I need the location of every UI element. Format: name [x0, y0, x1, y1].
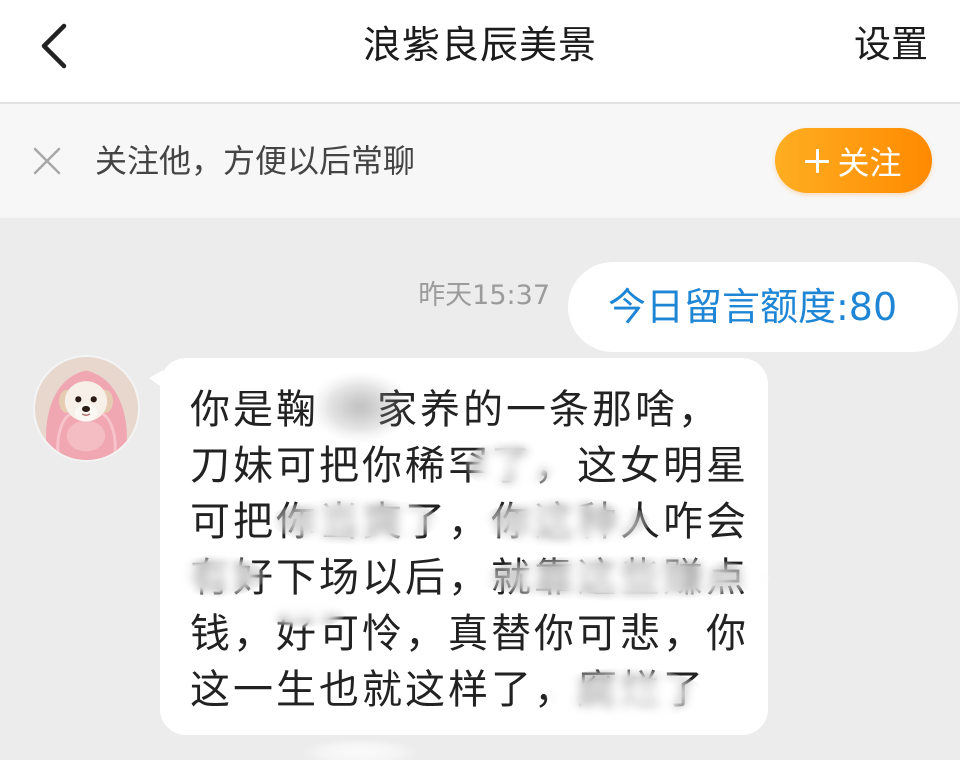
follow-banner: 关注他，方便以后常聊 关注 [0, 104, 960, 218]
chevron-left-icon [41, 23, 67, 69]
message-timestamp: 昨天15:37 [418, 280, 550, 311]
message-line-segment: 你是鞠 [190, 387, 319, 433]
close-icon [33, 147, 61, 175]
message-line: 可把你当爽了，你这种人咋会 [190, 499, 749, 545]
outgoing-message-text: 今日留言额度:80 [608, 285, 898, 329]
message-line: 钱，好可怜，真替你可悲，你 [190, 611, 749, 657]
back-button[interactable] [34, 20, 78, 72]
dog-avatar-icon [35, 357, 138, 460]
top-bar: 浪紫良辰美景 设置 [0, 0, 960, 104]
message-line: 你是鞠 家养的一条那啥， [190, 382, 750, 438]
outgoing-message-bubble[interactable]: 今日留言额度:80 [568, 262, 958, 352]
message-line-segment: 家养的一条那啥， [377, 387, 721, 433]
message-line: 这一生也就这样了，腐烂了 [190, 667, 706, 713]
plus-icon [805, 148, 830, 173]
message-line: 刀妹可把你稀罕了，这女明星 [190, 443, 749, 489]
follow-button-label: 关注 [837, 143, 902, 182]
close-banner-button[interactable] [30, 144, 64, 178]
message-line: 有好下场以后，就靠这些赚点 [190, 555, 749, 601]
avatar[interactable] [33, 355, 140, 462]
page-title: 浪紫良辰美景 [362, 23, 597, 67]
blurred-gap [319, 392, 377, 432]
follow-button[interactable]: 关注 [775, 128, 932, 193]
chat-area[interactable]: 昨天15:37 今日留言额度:80 你是鞠 家养的一条那啥， 刀妹可把你稀罕了，… [0, 218, 960, 760]
chat-screen: 浪紫良辰美景 设置 关注他，方便以后常聊 关注 昨天15:37 今日留言额度:8… [0, 0, 960, 760]
blur-smudge [300, 738, 420, 760]
follow-prompt: 关注他，方便以后常聊 [95, 142, 416, 180]
settings-button[interactable]: 设置 [854, 0, 928, 90]
incoming-message-bubble[interactable]: 你是鞠 家养的一条那啥， 刀妹可把你稀罕了，这女明星 可把你当爽了，你这种人咋会 … [149, 358, 770, 735]
